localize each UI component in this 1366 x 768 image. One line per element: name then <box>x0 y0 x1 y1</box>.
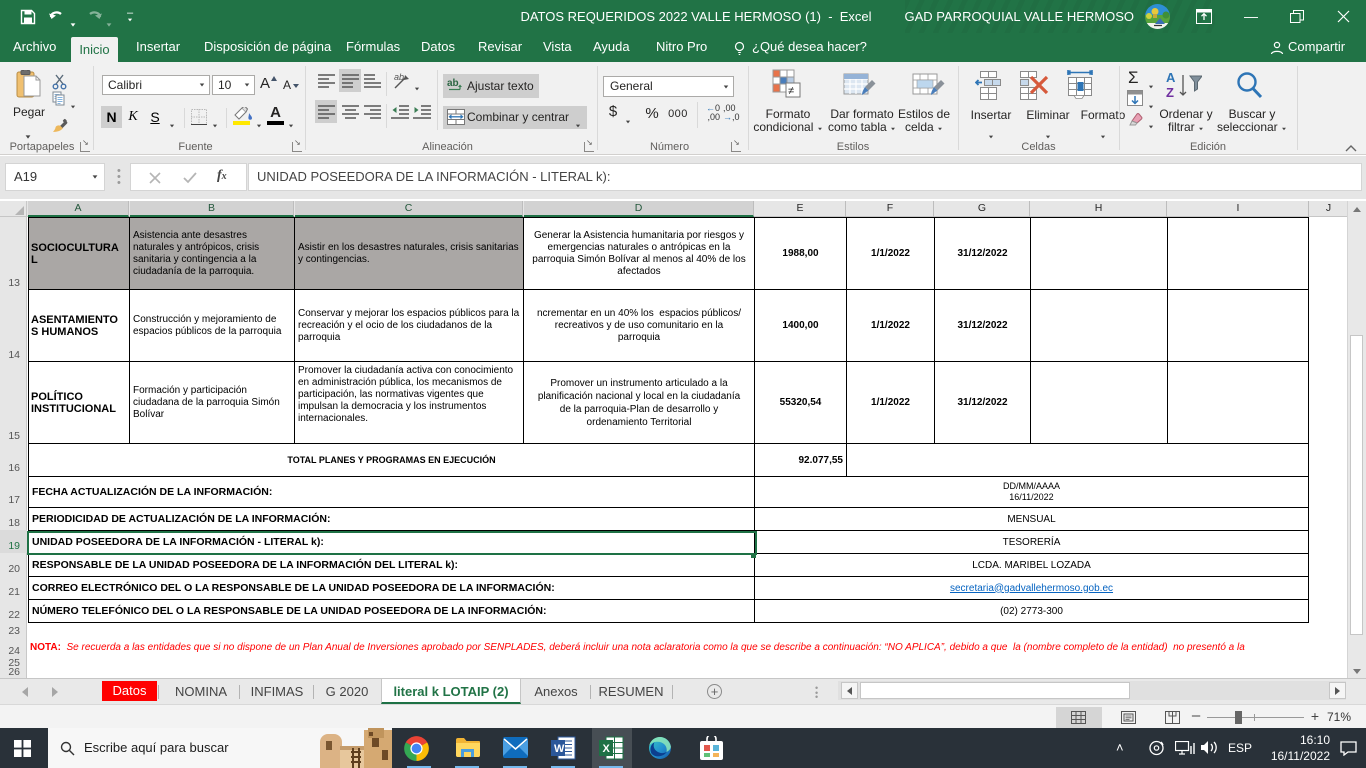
svg-text:X: X <box>603 743 611 755</box>
svg-text:Z: Z <box>1166 85 1174 100</box>
svg-text:≠: ≠ <box>788 85 794 97</box>
svg-text:ab: ab <box>447 78 459 89</box>
svg-text:A: A <box>1166 70 1176 85</box>
svg-text:W: W <box>554 743 565 755</box>
svg-text:ab: ab <box>394 72 404 82</box>
